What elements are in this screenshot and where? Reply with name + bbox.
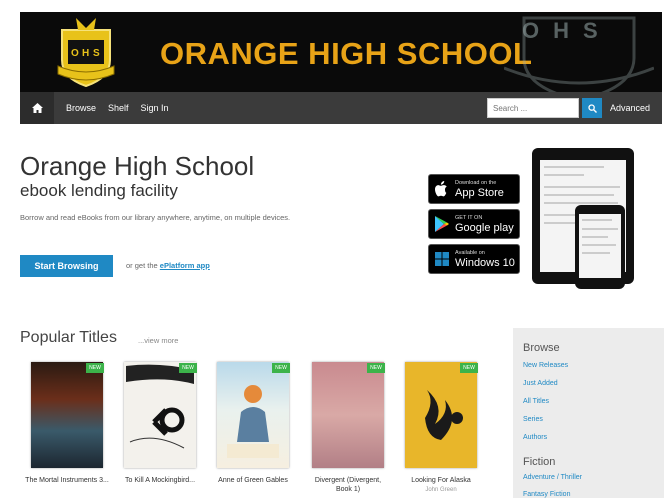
sidebar-item-fantasy-fiction[interactable]: Fantasy Fiction	[523, 491, 570, 498]
new-badge: NEW	[86, 363, 104, 373]
view-more-link[interactable]: ...view more	[138, 336, 178, 345]
home-icon	[31, 103, 43, 113]
new-badge: NEW	[460, 363, 478, 373]
sidebar-item-authors[interactable]: Authors	[523, 434, 547, 441]
new-badge: NEW	[367, 363, 385, 373]
nav-sign-in[interactable]: Sign In	[141, 103, 169, 113]
book-author: John Green	[425, 487, 457, 493]
svg-text:O: O	[71, 48, 79, 59]
svg-text:H: H	[82, 48, 89, 59]
search-input[interactable]	[487, 98, 579, 118]
sidebar-item-just-added[interactable]: Just Added	[523, 380, 558, 387]
home-button[interactable]	[20, 92, 54, 124]
google-play-icon	[435, 216, 449, 232]
search-button[interactable]	[582, 98, 602, 118]
sidebar-item-new-releases[interactable]: New Releases	[523, 362, 568, 369]
tree-illustration-icon	[126, 364, 194, 449]
book-title[interactable]: Divergent (Divergent, Book 1)	[306, 476, 390, 494]
sidebar-item-all-titles[interactable]: All Titles	[523, 398, 549, 405]
new-badge: NEW	[272, 363, 290, 373]
popular-titles-heading: Popular Titles	[20, 329, 117, 346]
sidebar: Browse New Releases Just Added All Title…	[513, 328, 664, 498]
sidebar-item-adventure-thriller[interactable]: Adventure / Thriller	[523, 474, 582, 481]
banner-title: ORANGE HIGH SCHOOL	[160, 36, 533, 71]
svg-text:S: S	[93, 48, 100, 59]
book-title[interactable]: Anne of Green Gables	[211, 476, 295, 485]
advanced-search-link[interactable]: Advanced	[610, 103, 650, 113]
app-store-badge[interactable]: Download on the App Store	[428, 174, 520, 204]
smoke-illustration-icon	[425, 390, 463, 440]
sidebar-browse-heading: Browse	[523, 342, 560, 354]
header-banner: O H S ORANGE HIGH SCHOOL OHS	[20, 12, 662, 92]
page: O H S ORANGE HIGH SCHOOL OHS Browse Shel…	[0, 0, 664, 498]
nav-shelf[interactable]: Shelf	[108, 103, 129, 113]
book-cover[interactable]	[217, 362, 289, 468]
windows-store-badge[interactable]: Available on Windows 10	[428, 244, 520, 274]
school-crest-icon: O H S	[57, 18, 115, 88]
nav-browse[interactable]: Browse	[66, 103, 96, 113]
apple-icon	[435, 181, 447, 197]
sidebar-fiction-heading: Fiction	[523, 456, 556, 468]
book-title[interactable]: The Mortal Instruments 3...	[25, 476, 109, 485]
start-browsing-button[interactable]: Start Browsing	[20, 255, 113, 277]
book-title[interactable]: To Kill A Mockingbird...	[118, 476, 202, 485]
hero-description: Borrow and read eBooks from our library …	[20, 213, 291, 222]
girl-illustration-icon	[227, 385, 279, 458]
book-title[interactable]: Looking For Alaska	[399, 476, 483, 485]
get-app-text: or get the ePlatform app	[126, 261, 210, 270]
windows-icon	[435, 252, 449, 266]
book-cover[interactable]	[405, 362, 477, 468]
hero-title: Orange High School	[20, 151, 255, 181]
new-badge: NEW	[179, 363, 197, 373]
hero-subtitle: ebook lending facility	[20, 181, 178, 200]
book-cover[interactable]	[31, 362, 103, 468]
google-play-badge[interactable]: GET IT ON Google play	[428, 209, 520, 239]
book-cover[interactable]	[312, 362, 384, 468]
get-app-link[interactable]: ePlatform app	[160, 261, 210, 270]
banner-watermark-text: OHS	[522, 18, 612, 43]
sidebar-item-series[interactable]: Series	[523, 416, 543, 423]
phone-mockup-image	[575, 205, 625, 289]
book-cover[interactable]	[124, 362, 196, 468]
search-icon	[587, 103, 597, 113]
